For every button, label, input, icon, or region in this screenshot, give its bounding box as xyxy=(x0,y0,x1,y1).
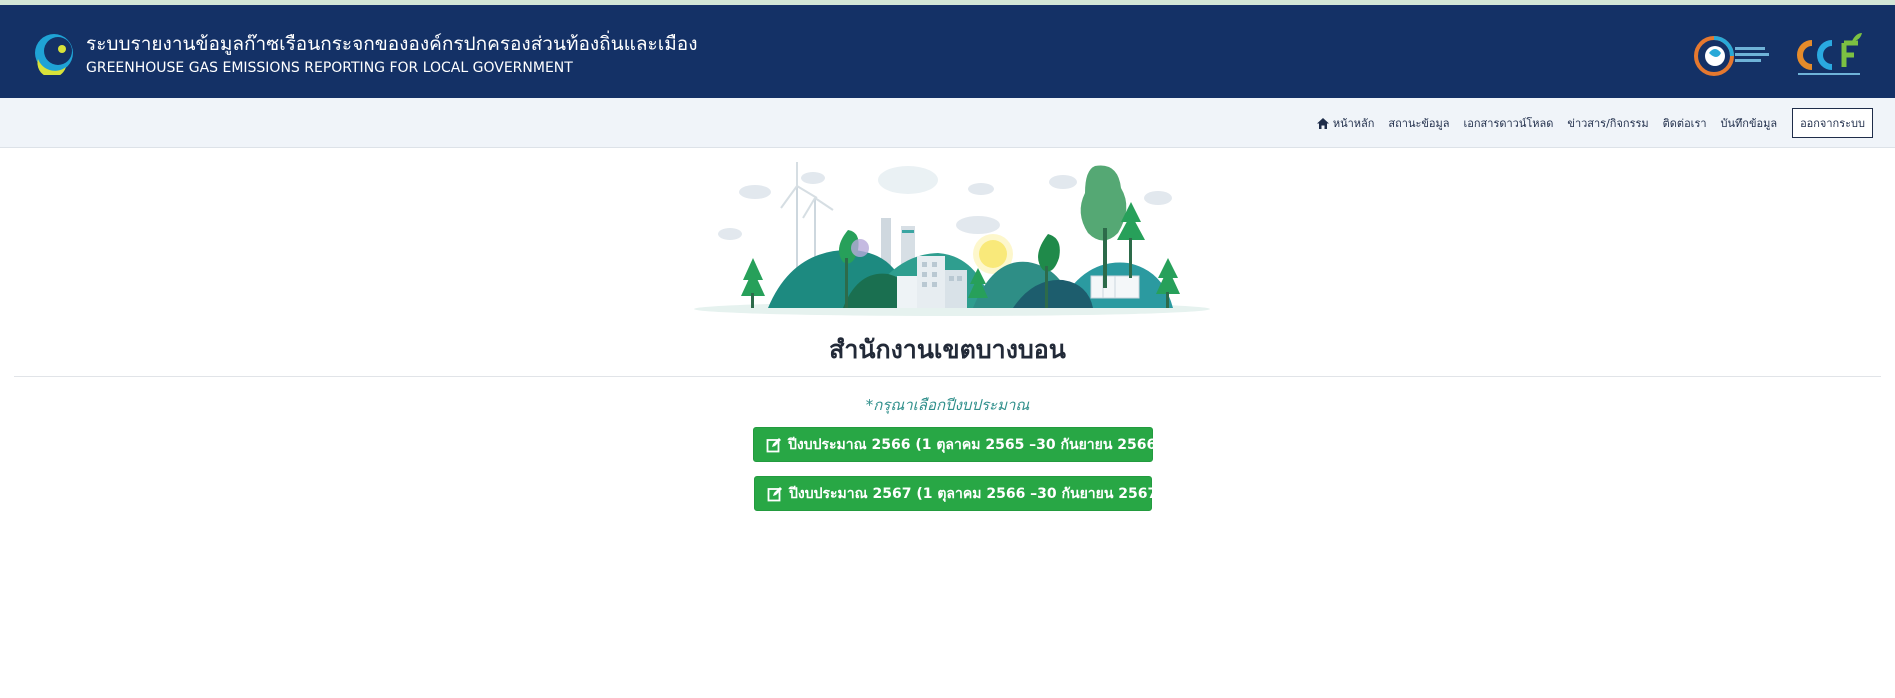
budget-year-2566-label: ปีงบประมาณ 2566 (1 ตุลาคม 2565 –30 กันยา… xyxy=(788,436,1163,453)
main-navigation: หน้าหลัก สถานะข้อมูล เอกสารดาวน์โหลด ข่า… xyxy=(1316,108,1873,138)
site-title-english: GREENHOUSE GAS EMISSIONS REPORTING FOR L… xyxy=(86,60,573,76)
office-name: สำนักงานเขตบางบอน xyxy=(829,335,1066,364)
c-logo-icon[interactable] xyxy=(32,31,76,75)
nav-downloads[interactable]: เอกสารดาวน์โหลด xyxy=(1464,114,1554,132)
navbar: หน้าหลัก สถานะข้อมูล เอกสารดาวน์โหลด ข่า… xyxy=(0,98,1895,148)
ccf-logo xyxy=(1797,33,1862,75)
city-landscape-illustration xyxy=(694,162,1210,316)
budget-year-2567-label: ปีงบประมาณ 2567 (1 ตุลาคม 2566 –30 กันยา… xyxy=(789,485,1164,502)
nav-record[interactable]: บันทึกข้อมูล xyxy=(1721,114,1778,132)
logout-button[interactable]: ออกจากระบบ xyxy=(1792,108,1873,138)
site-title-thai: ระบบรายงานข้อมูลก๊าซเรือนกระจกขององค์กรป… xyxy=(86,33,698,55)
site-header: ระบบรายงานข้อมูลก๊าซเรือนกระจกขององค์กรป… xyxy=(0,5,1895,98)
nav-status[interactable]: สถานะข้อมูล xyxy=(1388,114,1449,132)
section-divider xyxy=(14,376,1881,377)
edit-icon xyxy=(767,486,782,501)
nav-news[interactable]: ข่าวสาร/กิจกรรม xyxy=(1567,114,1648,132)
carbon-organization-logo xyxy=(1694,36,1769,76)
select-year-hint: *กรุณาเลือกปีงบประมาณ xyxy=(865,396,1030,414)
nav-contact[interactable]: ติดต่อเรา xyxy=(1663,114,1707,132)
nav-home-label: หน้าหลัก xyxy=(1332,117,1375,130)
nav-home[interactable]: หน้าหลัก xyxy=(1316,114,1375,132)
edit-icon xyxy=(766,437,781,452)
budget-year-2567-button[interactable]: ปีงบประมาณ 2567 (1 ตุลาคม 2566 –30 กันยา… xyxy=(754,476,1164,511)
budget-year-2566-button[interactable]: ปีงบประมาณ 2566 (1 ตุลาคม 2565 –30 กันยา… xyxy=(753,427,1163,462)
home-icon xyxy=(1316,117,1329,129)
